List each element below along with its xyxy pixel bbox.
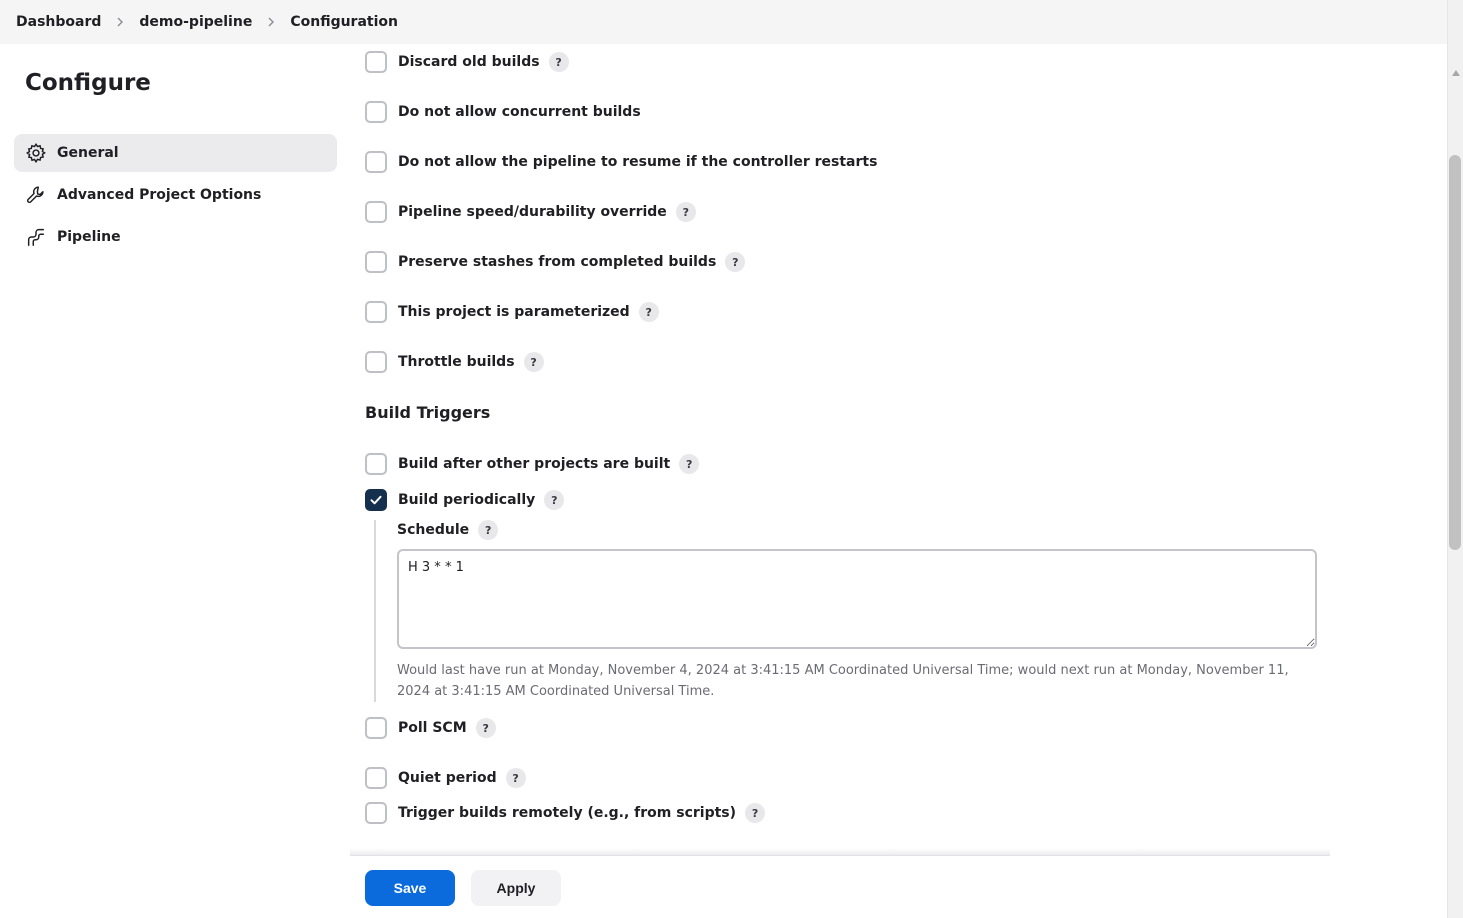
help-icon[interactable]: ? <box>523 352 544 372</box>
discard-old-builds-checkbox[interactable] <box>365 51 387 73</box>
option-no-resume: Do not allow the pipeline to resume if t… <box>365 150 877 174</box>
option-no-concurrent-builds: Do not allow concurrent builds <box>365 100 641 124</box>
help-icon[interactable]: ? <box>745 803 766 823</box>
breadcrumb-demo-pipeline[interactable]: demo-pipeline <box>139 14 252 30</box>
durability-override-checkbox[interactable] <box>365 201 387 223</box>
scroll-up-arrow-icon[interactable] <box>1452 70 1460 76</box>
option-throttle-builds: Throttle builds ? <box>365 350 544 374</box>
section-title-build-triggers: Build Triggers <box>365 403 491 422</box>
no-concurrent-builds-checkbox[interactable] <box>365 101 387 123</box>
breadcrumb-dashboard[interactable]: Dashboard <box>16 14 101 30</box>
scrollbar-thumb[interactable] <box>1449 155 1461 550</box>
bottom-bar-divider <box>350 848 1330 856</box>
pipeline-icon <box>25 226 47 248</box>
help-icon[interactable]: ? <box>725 252 746 272</box>
option-build-periodically: Build periodically ? <box>365 488 565 512</box>
breadcrumb-configuration[interactable]: Configuration <box>290 14 398 30</box>
chevron-right-icon <box>115 17 125 27</box>
preserve-stashes-checkbox[interactable] <box>365 251 387 273</box>
help-icon[interactable]: ? <box>544 490 565 510</box>
help-icon[interactable]: ? <box>548 52 569 72</box>
build-periodically-checkbox[interactable] <box>365 489 387 511</box>
sidebar-item-label: Advanced Project Options <box>57 187 262 203</box>
option-build-after-other-projects: Build after other projects are built ? <box>365 452 700 476</box>
help-icon[interactable]: ? <box>505 768 526 788</box>
option-label[interactable]: Preserve stashes from completed builds <box>398 254 716 270</box>
option-label[interactable]: Do not allow concurrent builds <box>398 104 641 120</box>
option-durability-override: Pipeline speed/durability override ? <box>365 200 696 224</box>
option-label[interactable]: Poll SCM <box>398 720 467 736</box>
schedule-field-label: Schedule ? <box>397 518 499 542</box>
sidebar-item-label: Pipeline <box>57 229 121 245</box>
sidebar-item-general[interactable]: General <box>14 134 337 172</box>
page-title: Configure <box>25 70 151 96</box>
help-icon[interactable]: ? <box>475 718 496 738</box>
help-icon[interactable]: ? <box>675 202 696 222</box>
parameterized-checkbox[interactable] <box>365 301 387 323</box>
quiet-period-checkbox[interactable] <box>365 767 387 789</box>
option-label[interactable]: Build periodically <box>398 492 535 508</box>
poll-scm-checkbox[interactable] <box>365 717 387 739</box>
apply-button[interactable]: Apply <box>471 870 561 906</box>
gear-icon <box>25 142 47 164</box>
help-icon[interactable]: ? <box>638 302 659 322</box>
save-button[interactable]: Save <box>365 870 455 906</box>
option-trigger-builds-remotely: Trigger builds remotely (e.g., from scri… <box>365 801 766 825</box>
option-label[interactable]: Throttle builds <box>398 354 515 370</box>
option-label[interactable]: Do not allow the pipeline to resume if t… <box>398 154 877 170</box>
option-label[interactable]: Pipeline speed/durability override <box>398 204 667 220</box>
option-label[interactable]: Trigger builds remotely (e.g., from scri… <box>398 805 736 821</box>
trigger-builds-remotely-checkbox[interactable] <box>365 802 387 824</box>
checkmark-icon <box>370 495 382 505</box>
sidebar-item-advanced-project-options[interactable]: Advanced Project Options <box>14 176 337 214</box>
chevron-right-icon <box>266 17 276 27</box>
option-label[interactable]: Build after other projects are built <box>398 456 670 472</box>
option-label[interactable]: Discard old builds <box>398 54 540 70</box>
throttle-builds-checkbox[interactable] <box>365 351 387 373</box>
option-quiet-period: Quiet period ? <box>365 766 526 790</box>
help-icon[interactable]: ? <box>679 454 700 474</box>
option-parameterized: This project is parameterized ? <box>365 300 659 324</box>
nested-section-indicator <box>374 520 376 702</box>
option-preserve-stashes: Preserve stashes from completed builds ? <box>365 250 746 274</box>
schedule-help-text: Would last have run at Monday, November … <box>397 663 1289 699</box>
schedule-label: Schedule <box>397 522 470 538</box>
option-label[interactable]: Quiet period <box>398 770 497 786</box>
option-label[interactable]: This project is parameterized <box>398 304 630 320</box>
option-poll-scm: Poll SCM ? <box>365 716 496 740</box>
breadcrumb: Dashboard demo-pipeline Configuration <box>0 0 1447 44</box>
help-icon[interactable]: ? <box>478 520 499 540</box>
option-discard-old-builds: Discard old builds ? <box>365 50 569 74</box>
build-after-other-projects-checkbox[interactable] <box>365 453 387 475</box>
schedule-input[interactable] <box>397 549 1317 649</box>
sidebar-item-label: General <box>57 145 119 161</box>
sidebar-item-pipeline[interactable]: Pipeline <box>14 218 337 256</box>
wrench-icon <box>25 184 47 206</box>
no-resume-checkbox[interactable] <box>365 151 387 173</box>
